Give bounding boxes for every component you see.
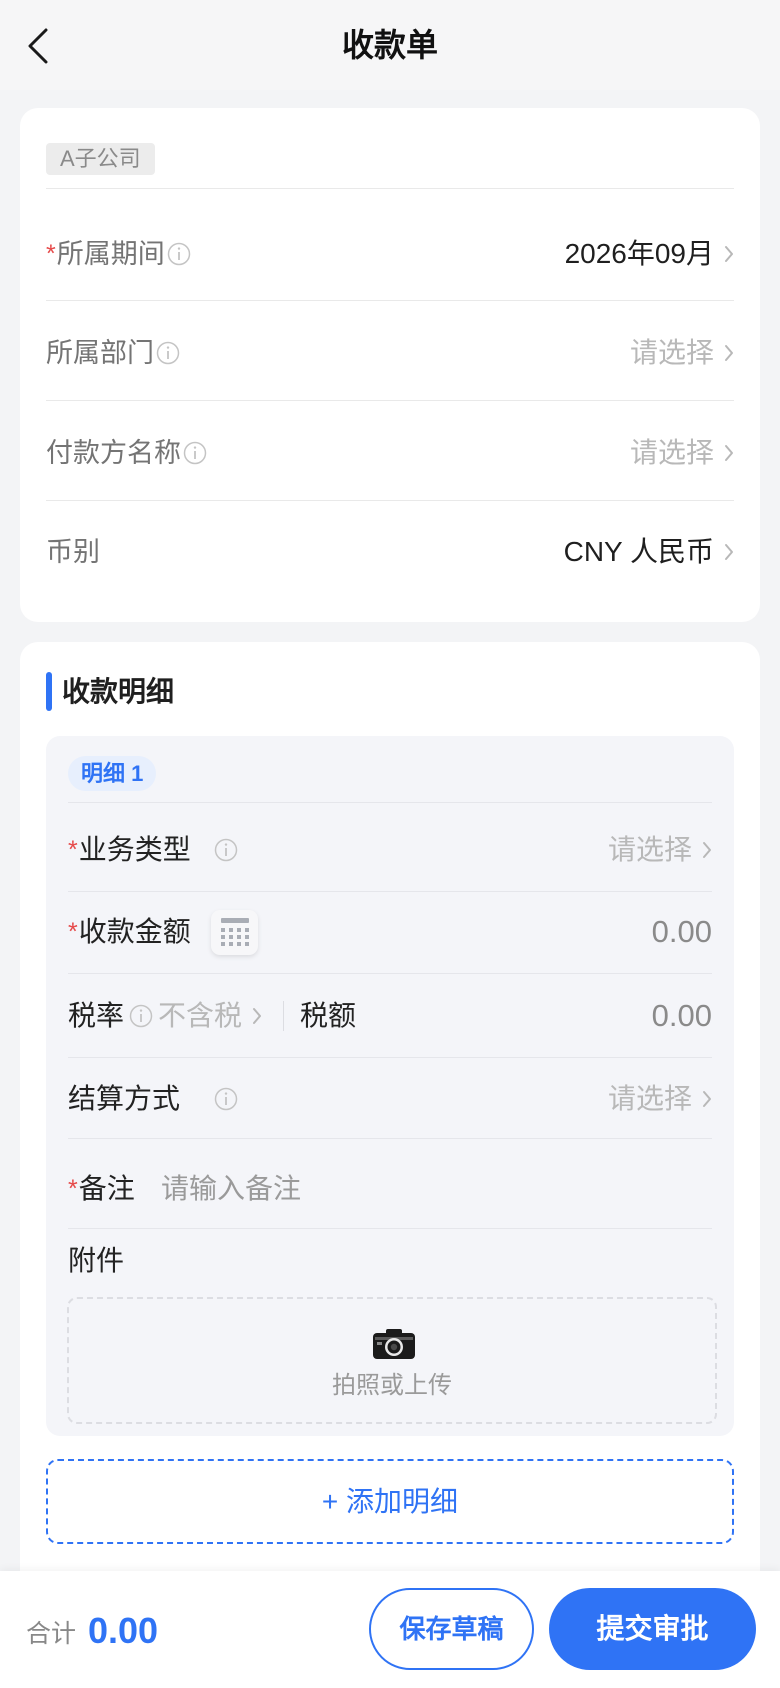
chevron-right-icon (252, 1007, 262, 1025)
divider (68, 1057, 712, 1058)
remark-label: 备注 (78, 1173, 135, 1204)
divider (68, 802, 712, 803)
currency-label: 币别 (46, 537, 100, 567)
currency-value: CNY 人民币 (563, 536, 714, 567)
add-detail-button[interactable]: + 添加明细 (46, 1459, 734, 1544)
calculator-icon[interactable] (211, 910, 258, 955)
tax-rate-label: 税率 (68, 1000, 125, 1031)
info-icon[interactable] (167, 242, 191, 266)
section-title: 收款明细 (62, 676, 175, 707)
info-icon[interactable] (156, 341, 180, 365)
receipt-details-card: 收款明细 明细 1 * 业务类型 请选择 * 收款金额 0.00 税率 不含税 … (20, 642, 760, 1602)
department-value: 请选择 (629, 337, 714, 368)
amount-row[interactable]: * 收款金额 0.00 (68, 902, 712, 962)
info-icon[interactable] (183, 441, 207, 465)
bottom-action-bar: 合计 0.00 保存草稿 提交审批 (0, 1571, 780, 1688)
period-label: 所属期间 (56, 239, 165, 269)
company-badge: A子公司 (46, 143, 155, 175)
tax-amount-label: 税额 (300, 1000, 357, 1031)
tax-amount-value: 0.00 (651, 998, 712, 1033)
upload-label: 拍照或上传 (332, 1372, 452, 1399)
remark-row: * 备注 (68, 1159, 712, 1219)
chevron-right-icon (702, 841, 712, 859)
currency-row[interactable]: 币别 CNY 人民币 (46, 522, 734, 582)
top-bar: 收款单 (0, 0, 780, 90)
info-icon[interactable] (214, 838, 238, 862)
settlement-value: 请选择 (607, 1083, 692, 1114)
upload-area[interactable]: 拍照或上传 (67, 1297, 717, 1424)
attachment-label: 附件 (68, 1245, 125, 1276)
info-icon[interactable] (129, 1004, 153, 1028)
divider (68, 973, 712, 974)
basic-info-card: A子公司 * 所属期间 2026年09月 所属部门 请选择 付款方名称 请选择 … (20, 108, 760, 622)
department-row[interactable]: 所属部门 请选择 (46, 323, 734, 383)
period-row[interactable]: * 所属期间 2026年09月 (46, 224, 734, 284)
save-draft-button[interactable]: 保存草稿 (369, 1588, 534, 1670)
period-value: 2026年09月 (564, 238, 714, 269)
divider (46, 300, 734, 301)
payer-value: 请选择 (629, 437, 714, 468)
tax-rate-selector[interactable]: 不含税 (158, 986, 262, 1046)
attachment-row: 附件 (68, 1231, 712, 1291)
chevron-right-icon (702, 1090, 712, 1108)
vertical-separator (283, 1001, 284, 1031)
chevron-right-icon (724, 543, 734, 561)
business-type-value: 请选择 (607, 834, 692, 865)
detail-tag: 明细 1 (68, 756, 157, 791)
chevron-right-icon (724, 344, 734, 362)
payer-label: 付款方名称 (46, 438, 181, 468)
total-value: 0.00 (88, 1610, 159, 1651)
camera-icon (372, 1328, 416, 1360)
required-mark: * (46, 240, 56, 268)
tax-row: 税率 不含税 税额 0.00 (68, 986, 712, 1046)
chevron-right-icon (724, 444, 734, 462)
section-accent-bar (46, 672, 52, 711)
info-icon[interactable] (214, 1087, 238, 1111)
settlement-label: 结算方式 (68, 1083, 181, 1114)
required-mark: * (68, 836, 78, 864)
chevron-right-icon (724, 245, 734, 263)
divider (46, 400, 734, 401)
business-type-row[interactable]: * 业务类型 请选择 (68, 820, 712, 880)
required-mark: * (68, 918, 78, 946)
receipt-form-screen: 收款单 A子公司 * 所属期间 2026年09月 所属部门 请选择 付款方名称 … (0, 0, 780, 1688)
payer-row[interactable]: 付款方名称 请选择 (46, 423, 734, 483)
department-label: 所属部门 (46, 338, 154, 368)
divider (46, 500, 734, 501)
amount-value: 0.00 (651, 914, 712, 949)
total-label: 合计 (26, 1620, 77, 1648)
remark-input[interactable] (161, 1167, 701, 1211)
divider (46, 188, 734, 189)
required-mark: * (68, 1175, 78, 1203)
tax-rate-value: 不含税 (158, 1000, 243, 1031)
detail-item: 明细 1 * 业务类型 请选择 * 收款金额 0.00 税率 不含税 税额 0.… (46, 736, 734, 1436)
business-type-label: 业务类型 (78, 834, 191, 865)
page-title: 收款单 (341, 27, 438, 63)
divider (68, 891, 712, 892)
divider (68, 1228, 712, 1229)
divider (68, 1138, 712, 1139)
amount-label: 收款金额 (78, 916, 191, 947)
submit-approval-button[interactable]: 提交审批 (549, 1588, 756, 1670)
settlement-row[interactable]: 结算方式 请选择 (68, 1069, 712, 1129)
